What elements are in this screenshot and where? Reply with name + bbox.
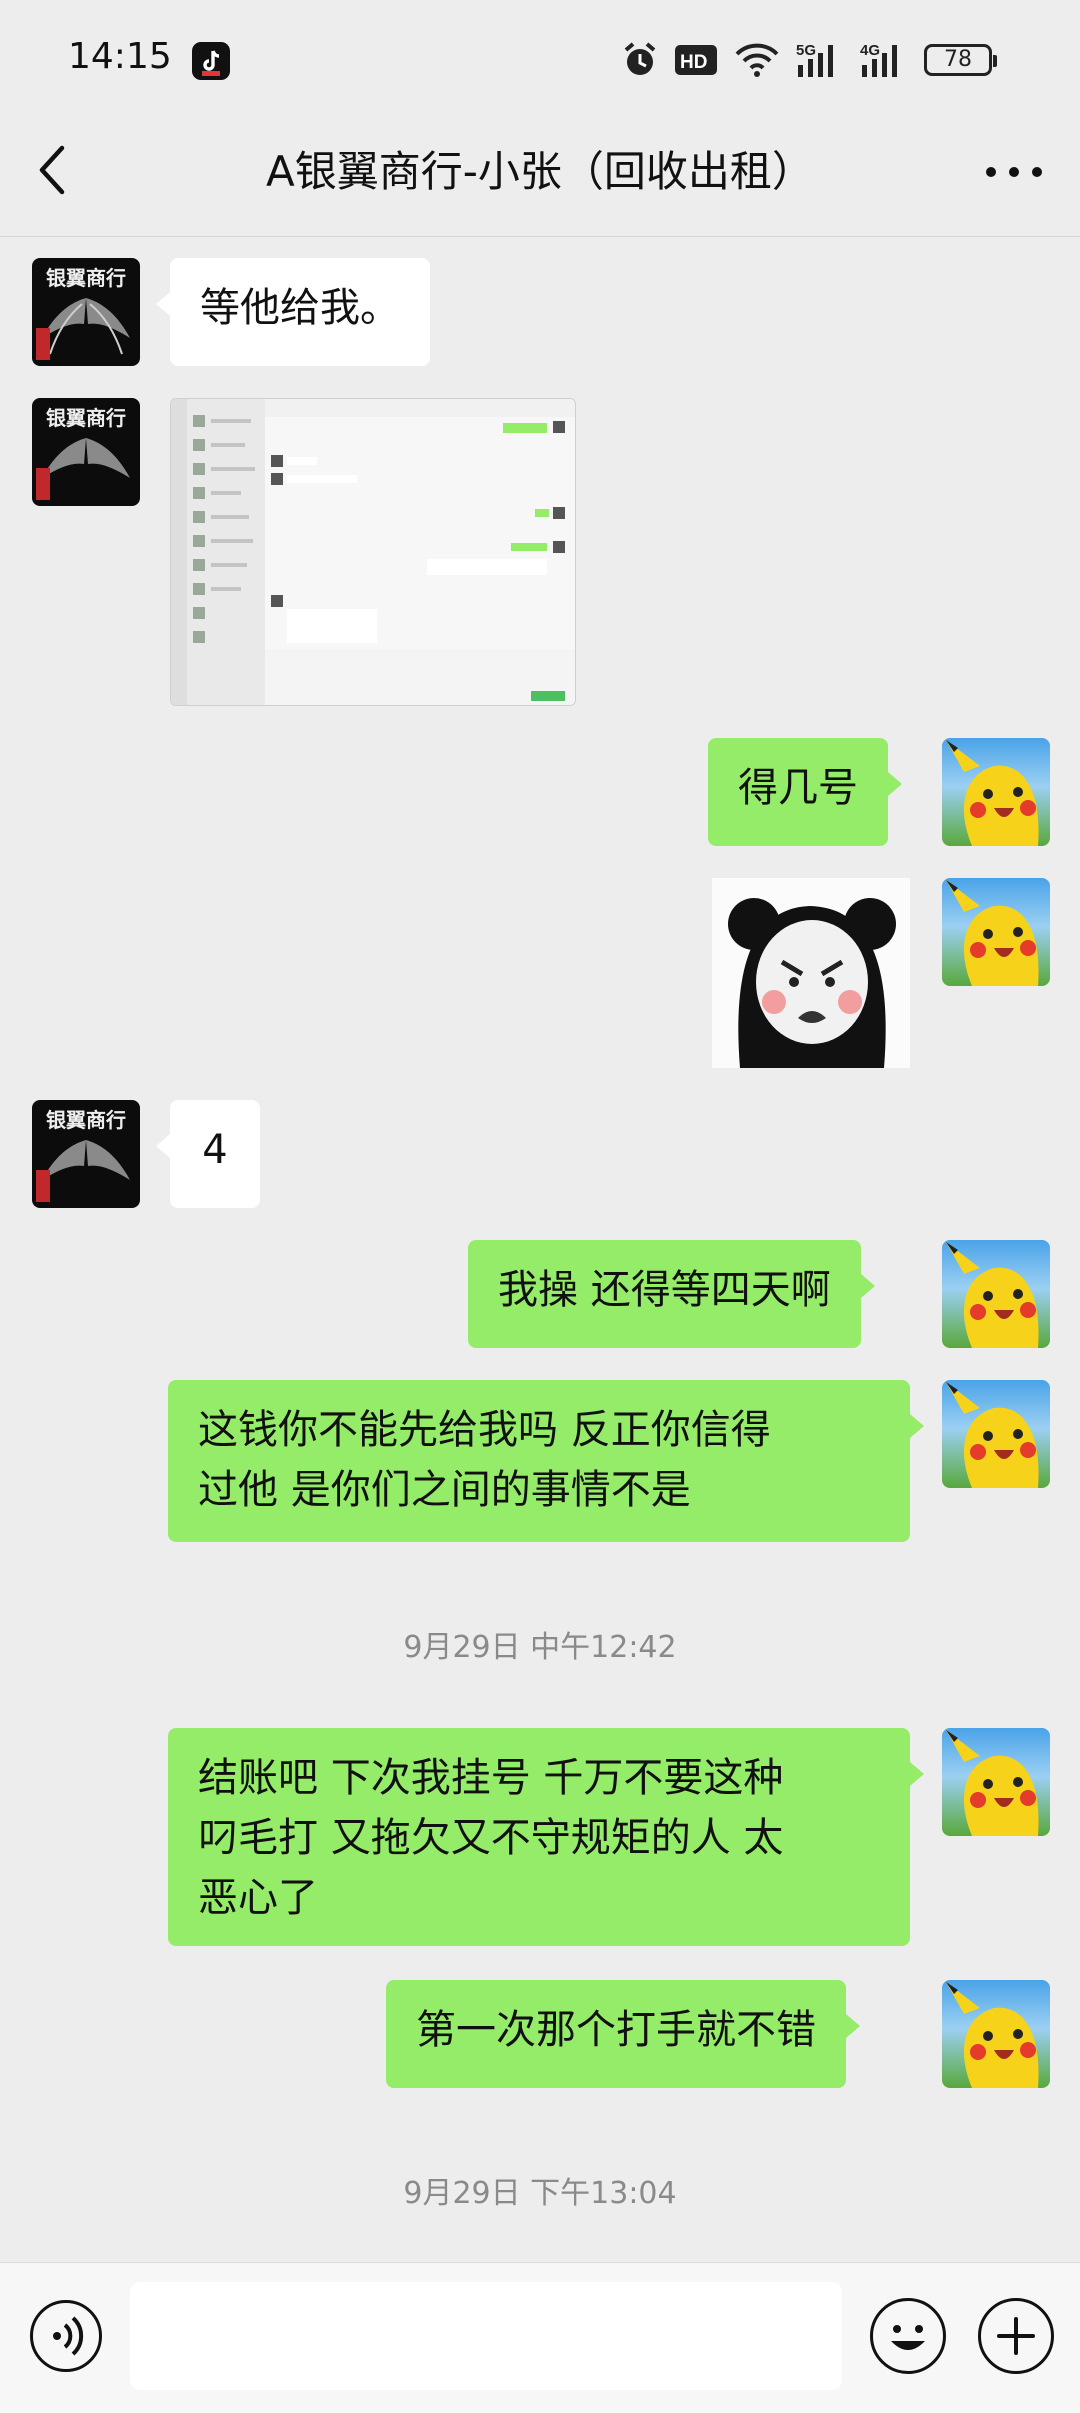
more-button[interactable] [986, 152, 1042, 192]
back-button[interactable] [36, 140, 80, 200]
seal-mark [36, 1170, 50, 1202]
contact-avatar[interactable]: 银翼商行 [32, 398, 140, 506]
self-avatar[interactable] [942, 1980, 1050, 2088]
seal-mark [36, 328, 50, 360]
panda-meme-sticker[interactable] [712, 878, 910, 1068]
message-text: 等他给我。 [200, 285, 400, 331]
message-text-line: 结账吧 下次我挂号 千万不要这种 [198, 1755, 784, 1801]
message-bubble[interactable]: 我操 还得等四天啊 [468, 1240, 875, 1348]
status-time: 14:15 [68, 36, 172, 77]
message-bubble[interactable]: 4 [156, 1100, 260, 1208]
wifi-icon [735, 43, 779, 77]
alarm-icon [624, 42, 656, 75]
plus-button[interactable] [978, 2298, 1054, 2374]
svg-text:5G: 5G [796, 42, 816, 59]
message-text-line: 这钱你不能先给我吗 反正你信得 [198, 1407, 771, 1453]
self-avatar[interactable] [942, 1728, 1050, 1836]
more-dot [986, 167, 996, 177]
voice-icon [53, 2316, 84, 2356]
tiktok-icon [192, 42, 230, 80]
message-bubble[interactable]: 这钱你不能先给我吗 反正你信得 过他 是你们之间的事情不是 [168, 1380, 924, 1542]
voice-button[interactable] [30, 2300, 102, 2372]
4g-signal-icon: 4G [860, 42, 897, 77]
self-avatar[interactable] [942, 1380, 1050, 1488]
header-divider [0, 236, 1080, 237]
contact-avatar[interactable]: 银翼商行 [32, 1100, 140, 1208]
message-text: 4 [202, 1127, 228, 1173]
message-text-line: 过他 是你们之间的事情不是 [198, 1467, 691, 1513]
self-avatar[interactable] [942, 1240, 1050, 1348]
self-avatar[interactable] [942, 878, 1050, 986]
message-text: 第一次那个打手就不错 [416, 2007, 816, 2053]
status-icons: HD 5G 4G 78 [622, 38, 997, 82]
timestamp: 9月29日 中午12:42 [403, 1630, 677, 1665]
message-bubble[interactable]: 得几号 [708, 738, 902, 846]
hd-icon: HD [675, 45, 717, 75]
timestamp: 9月29日 下午13:04 [403, 2176, 677, 2211]
message-bubble[interactable]: 第一次那个打手就不错 [386, 1980, 860, 2088]
message-text: 得几号 [738, 765, 858, 811]
chat-screenshot-image[interactable] [170, 398, 576, 706]
message-bubble[interactable]: 等他给我。 [156, 258, 430, 366]
message-input[interactable] [130, 2282, 842, 2390]
5g-signal-icon: 5G [796, 42, 833, 77]
more-dot [1032, 167, 1042, 177]
svg-text:4G: 4G [860, 42, 880, 59]
message-text: 我操 还得等四天啊 [498, 1267, 831, 1313]
emoji-button[interactable] [870, 2298, 946, 2374]
seal-mark [36, 468, 50, 500]
chevron-left-icon [39, 145, 65, 195]
chat-title: A银翼商行-小张（回收出租） [266, 147, 814, 196]
self-avatar[interactable] [942, 738, 1050, 846]
message-text-line: 叼毛打 又拖欠又不守规矩的人 太 [198, 1815, 784, 1861]
more-dot [1009, 167, 1019, 177]
svg-text:HD: HD [680, 52, 707, 73]
emoji-icon [891, 2325, 925, 2350]
message-bubble[interactable]: 结账吧 下次我挂号 千万不要这种 叼毛打 又拖欠又不守规矩的人 太 恶心了 [168, 1728, 924, 1946]
battery-icon: 78 [924, 44, 997, 76]
message-text-line: 恶心了 [198, 1875, 318, 1921]
contact-avatar[interactable]: 银翼商行 [32, 258, 140, 366]
plus-icon [997, 2317, 1035, 2355]
